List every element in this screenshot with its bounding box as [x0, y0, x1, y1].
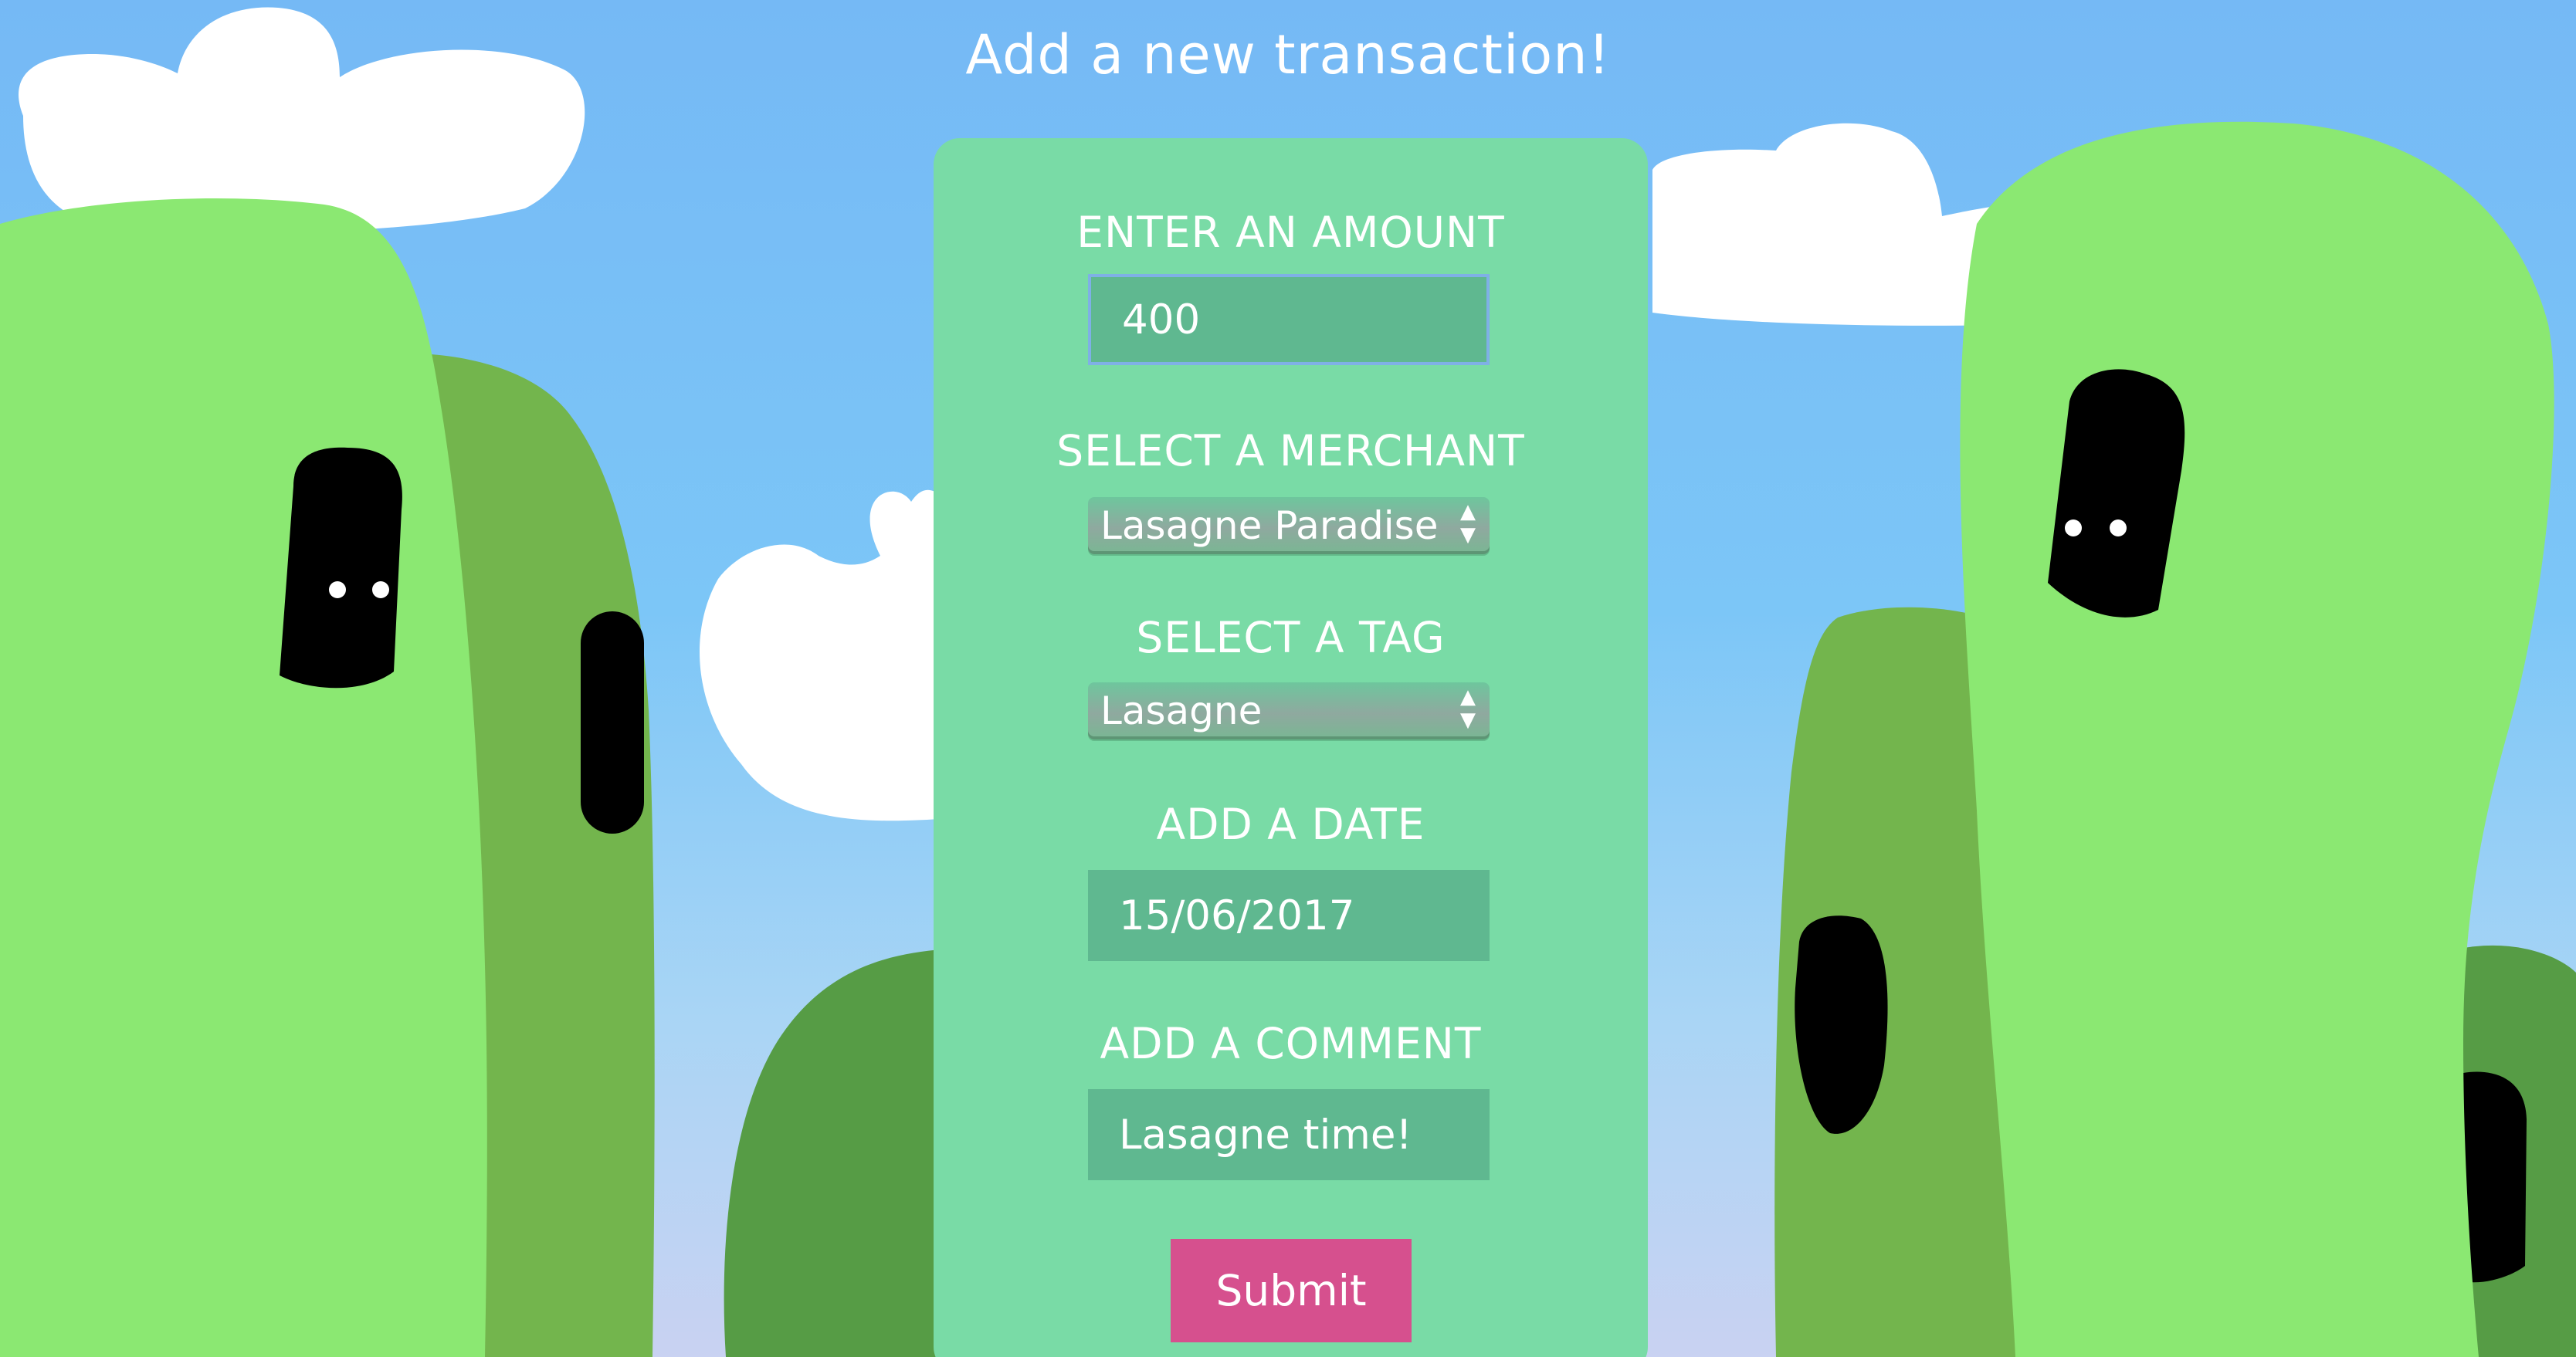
date-input[interactable] [1088, 870, 1490, 961]
creature-left-front-pupil [372, 581, 389, 598]
creature-right-far-eye [2463, 1071, 2527, 1283]
select-arrows-icon: ▲ ▼ [1460, 685, 1476, 732]
submit-button[interactable]: Submit [1171, 1239, 1412, 1342]
creature-left-front [0, 198, 487, 1357]
date-label: ADD A DATE [1156, 800, 1425, 849]
merchant-select-value: Lasagne Paradise [1100, 503, 1439, 548]
creature-right-front-pupil [2110, 519, 2127, 536]
creature-left-front-pupil [329, 581, 346, 598]
merchant-label: SELECT A MERCHANT [1056, 426, 1525, 475]
creature-left-back-eye [581, 611, 644, 834]
select-arrows-icon: ▲ ▼ [1460, 500, 1476, 547]
merchant-select[interactable]: Lasagne Paradise ▲ ▼ [1088, 497, 1490, 554]
tag-select[interactable]: Lasagne ▲ ▼ [1088, 682, 1490, 739]
transaction-form: ENTER AN AMOUNT SELECT A MERCHANT Lasagn… [934, 138, 1648, 1357]
creature-dark-bottom [724, 949, 942, 1357]
comment-input[interactable] [1088, 1089, 1490, 1180]
creature-left-front-eye [280, 447, 402, 689]
tag-label: SELECT A TAG [1136, 613, 1446, 662]
page-title: Add a new transaction! [965, 23, 1611, 86]
cloud-middle-left [700, 489, 950, 821]
creature-right-front [1960, 121, 2554, 1357]
comment-label: ADD A COMMENT [1100, 1019, 1482, 1068]
creature-right-front-pupil [2065, 519, 2082, 536]
tag-select-value: Lasagne [1100, 689, 1263, 733]
page-background: Add a new transaction! ENTER AN AMOUNT S… [0, 0, 2576, 1357]
amount-input[interactable] [1088, 274, 1490, 365]
amount-label: ENTER AN AMOUNT [1076, 208, 1505, 257]
